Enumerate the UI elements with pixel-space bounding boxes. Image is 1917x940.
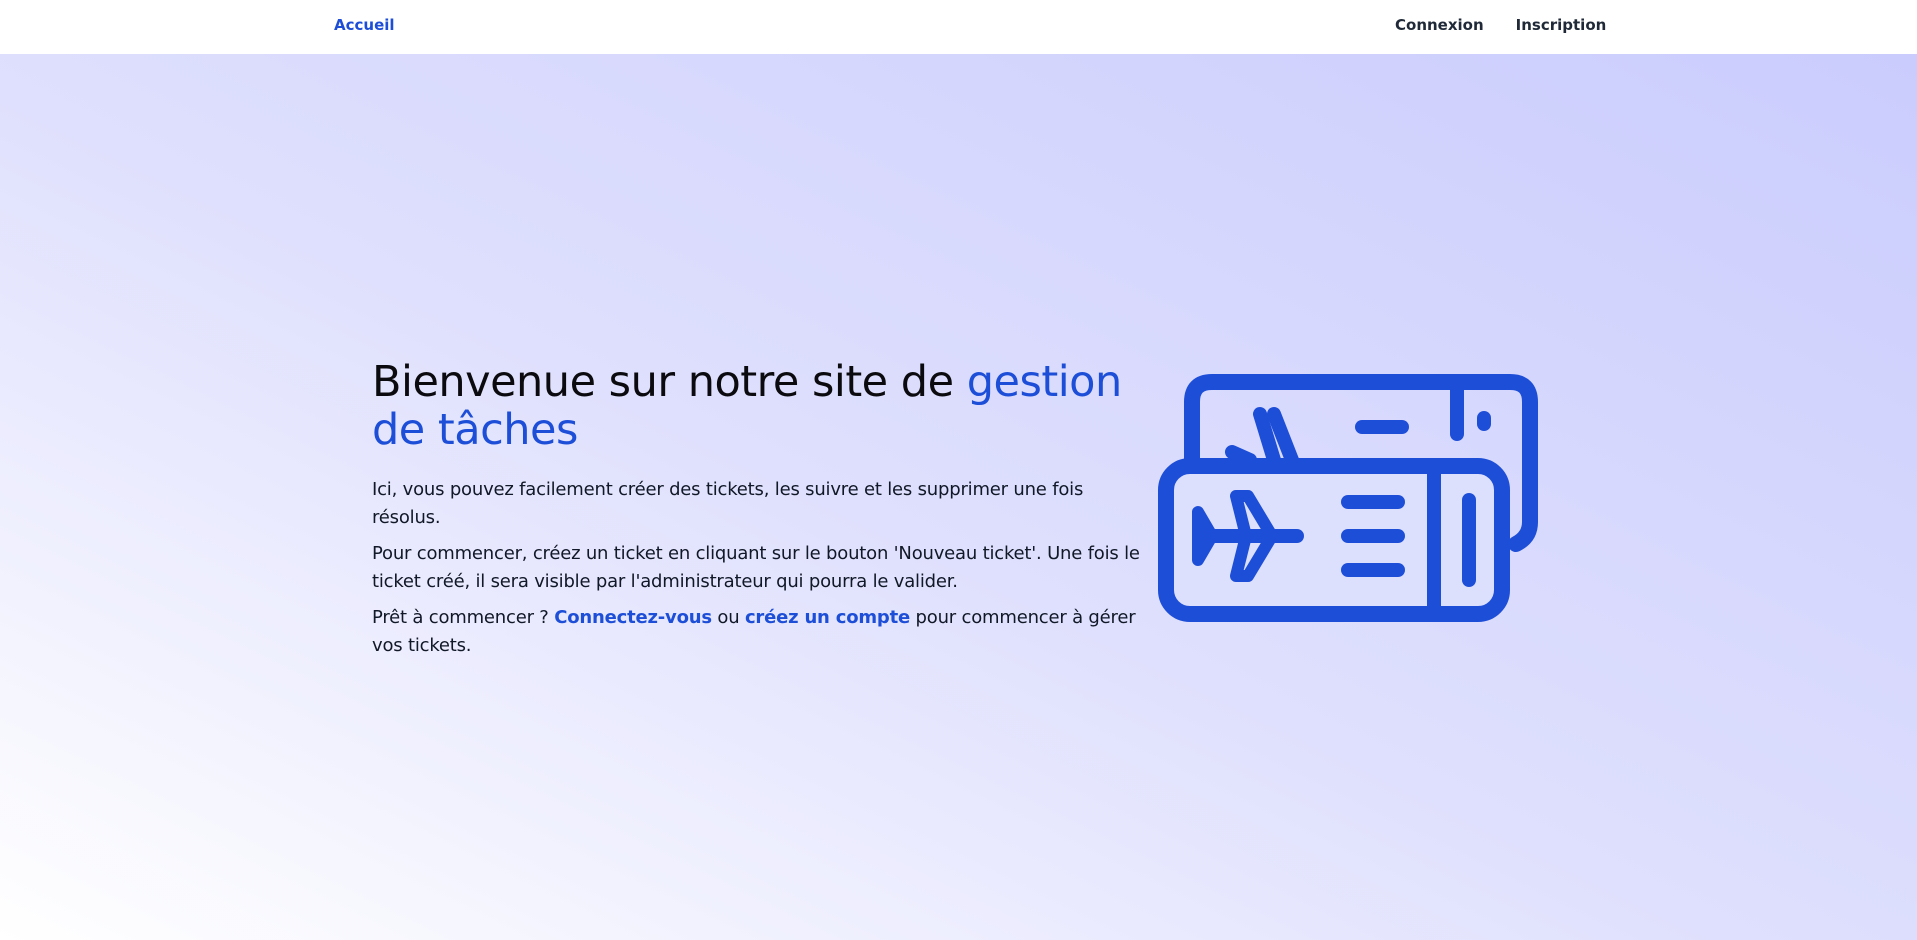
cta-mid: ou [711, 607, 745, 628]
navbar: Accueil Connexion Inscription [0, 0, 1917, 54]
hero-section: Bienvenue sur notre site de gestion de t… [372, 358, 1150, 660]
hero-title-plain: Bienvenue sur notre site de [372, 357, 967, 407]
front-ticket-shape [1158, 458, 1510, 622]
nav-signup-link[interactable]: Inscription [1516, 16, 1607, 34]
hero-title: Bienvenue sur notre site de gestion de t… [372, 358, 1150, 454]
cta-signup-link[interactable]: créez un compte [745, 607, 910, 628]
hero-instructions-text: Pour commencer, créez un ticket en cliqu… [372, 543, 1140, 592]
plane-tickets-icon [1152, 372, 1548, 628]
hero-intro-text: Ici, vous pouvez facilement créer des ti… [372, 479, 1084, 528]
hero-cta-text: Prêt à commencer ? Connectez-vous ou cré… [372, 604, 1150, 660]
cta-login-link[interactable]: Connectez-vous [554, 607, 712, 628]
nav-login-link[interactable]: Connexion [1395, 16, 1484, 34]
nav-home-link[interactable]: Accueil [334, 16, 395, 34]
nav-auth-links: Connexion Inscription [1395, 16, 1606, 34]
cta-start: Prêt à commencer ? [372, 607, 555, 628]
